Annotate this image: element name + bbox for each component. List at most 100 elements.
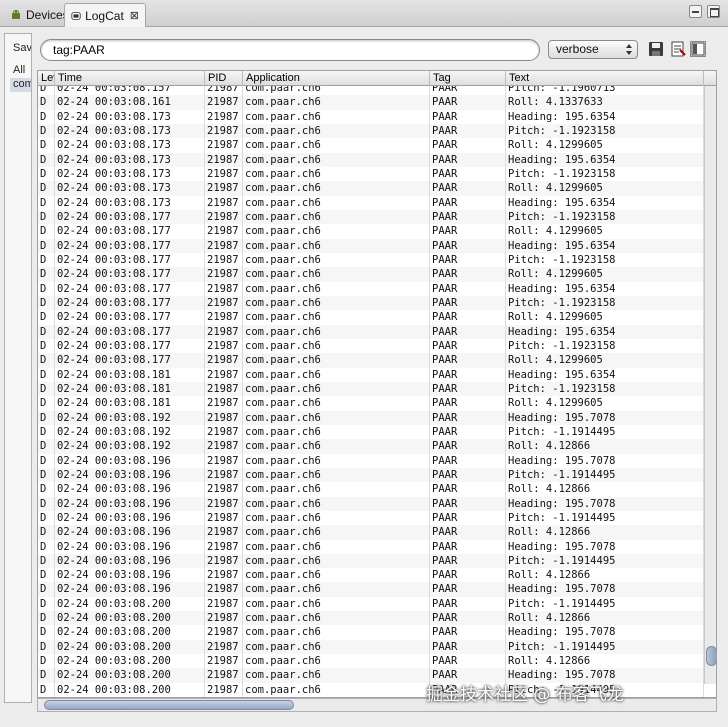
- tab-logcat[interactable]: LogCat ⊠: [64, 3, 146, 27]
- row-level: D: [38, 568, 55, 583]
- row-application: com.paar.ch6: [243, 639, 430, 655]
- row-text: Heading: 195.6354: [506, 324, 704, 339]
- column-header-level[interactable]: Lev: [38, 71, 55, 86]
- column-header-pid[interactable]: PID: [205, 71, 243, 86]
- log-row[interactable]: D 02-24 00:03:08.200 21987 com.paar.ch6 PAAR…: [38, 639, 704, 655]
- row-application: com.paar.ch6: [243, 510, 430, 526]
- row-level: D: [38, 582, 55, 597]
- log-row[interactable]: D 02-24 00:03:08.196 21987 com.paar.ch6 PAAR…: [38, 482, 704, 497]
- column-header-text[interactable]: Text: [506, 71, 704, 86]
- log-row[interactable]: D 02-24 00:03:08.196 21987 com.paar.ch6 PAAR…: [38, 568, 704, 583]
- log-row[interactable]: D 02-24 00:03:08.196 21987 com.paar.ch6 PAAR…: [38, 467, 704, 483]
- log-row[interactable]: D 02-24 00:03:08.177 21987 com.paar.ch6 PAAR…: [38, 238, 704, 253]
- row-level: D: [38, 525, 55, 540]
- row-level: D: [38, 95, 55, 110]
- log-row[interactable]: D 02-24 00:03:08.196 21987 com.paar.ch6 PAAR…: [38, 582, 704, 597]
- row-pid: 21987: [205, 267, 243, 282]
- logcat-window: Devices LogCat ⊠ Sav All com tag:PAAR ve…: [0, 0, 728, 727]
- row-level: D: [38, 138, 55, 153]
- row-level: D: [38, 224, 55, 239]
- log-row[interactable]: D 02-24 00:03:08.177 21987 com.paar.ch6 PAAR…: [38, 310, 704, 325]
- row-text: Heading: 195.7078: [506, 410, 704, 425]
- log-row[interactable]: D 02-24 00:03:08.177 21987 com.paar.ch6 PAAR…: [38, 209, 704, 225]
- row-level: D: [38, 682, 55, 697]
- horizontal-scroll-thumb[interactable]: [44, 700, 294, 710]
- row-application: com.paar.ch6: [243, 152, 430, 167]
- row-tag: PAAR: [430, 310, 506, 325]
- log-row[interactable]: D 02-24 00:03:08.177 21987 com.paar.ch6 PAAR…: [38, 281, 704, 296]
- log-row[interactable]: D 02-24 00:03:08.173 21987 com.paar.ch6 PAAR…: [38, 152, 704, 167]
- log-row[interactable]: D 02-24 00:03:08.181 21987 com.paar.ch6 PAAR…: [38, 367, 704, 382]
- row-level: D: [38, 654, 55, 669]
- column-header-application[interactable]: Application: [243, 71, 430, 86]
- row-application: com.paar.ch6: [243, 682, 430, 697]
- log-row[interactable]: D 02-24 00:03:08.200 21987 com.paar.ch6 PAAR…: [38, 596, 704, 612]
- row-tag: PAAR: [430, 582, 506, 597]
- row-pid: 21987: [205, 166, 243, 182]
- row-pid: 21987: [205, 539, 243, 554]
- log-level-select[interactable]: verbose: [548, 40, 638, 59]
- row-pid: 21987: [205, 324, 243, 339]
- log-row[interactable]: D 02-24 00:03:08.173 21987 com.paar.ch6 PAAR…: [38, 195, 704, 210]
- log-row[interactable]: D 02-24 00:03:08.196 21987 com.paar.ch6 PAAR…: [38, 553, 704, 569]
- filter-selected-item[interactable]: com: [13, 78, 31, 90]
- row-level: D: [38, 295, 55, 311]
- log-row[interactable]: D 02-24 00:03:08.177 21987 com.paar.ch6 PAAR…: [38, 295, 704, 311]
- log-row[interactable]: D 02-24 00:03:08.196 21987 com.paar.ch6 PAAR…: [38, 525, 704, 540]
- log-row[interactable]: D 02-24 00:03:08.192 21987 com.paar.ch6 PAAR…: [38, 410, 704, 425]
- row-application: com.paar.ch6: [243, 324, 430, 339]
- log-row[interactable]: D 02-24 00:03:08.200 21987 com.paar.ch6 PAAR…: [38, 611, 704, 626]
- log-row[interactable]: D 02-24 00:03:08.177 21987 com.paar.ch6 PAAR…: [38, 267, 704, 282]
- row-text: Heading: 195.7078: [506, 496, 704, 511]
- save-icon[interactable]: [648, 41, 664, 57]
- log-row[interactable]: D 02-24 00:03:08.173 21987 com.paar.ch6 PAAR…: [38, 166, 704, 182]
- log-row[interactable]: D 02-24 00:03:08.173 21987 com.paar.ch6 PAAR…: [38, 181, 704, 196]
- row-time: 02-24 00:03:08.196: [55, 482, 205, 497]
- row-pid: 21987: [205, 410, 243, 425]
- log-row[interactable]: D 02-24 00:03:08.181 21987 com.paar.ch6 PAAR…: [38, 396, 704, 411]
- log-row[interactable]: D 02-24 00:03:08.173 21987 com.paar.ch6 PAAR…: [38, 109, 704, 124]
- log-row[interactable]: D 02-24 00:03:08.181 21987 com.paar.ch6 PAAR…: [38, 381, 704, 397]
- log-row[interactable]: D 02-24 00:03:08.173 21987 com.paar.ch6 PAAR…: [38, 123, 704, 139]
- row-application: com.paar.ch6: [243, 252, 430, 268]
- row-time: 02-24 00:03:08.177: [55, 338, 205, 354]
- log-row[interactable]: D 02-24 00:03:08.196 21987 com.paar.ch6 PAAR…: [38, 453, 704, 468]
- log-row[interactable]: D 02-24 00:03:08.200 21987 com.paar.ch6 PAAR…: [38, 654, 704, 669]
- row-tag: PAAR: [430, 238, 506, 253]
- row-text: Roll: 4.1299605: [506, 396, 704, 411]
- row-time: 02-24 00:03:08.200: [55, 625, 205, 640]
- log-row[interactable]: D 02-24 00:03:08.192 21987 com.paar.ch6 PAAR…: [38, 439, 704, 454]
- log-row[interactable]: D 02-24 00:03:08.177 21987 com.paar.ch6 PAAR…: [38, 224, 704, 239]
- column-header-time[interactable]: Time: [55, 71, 205, 86]
- log-row[interactable]: D 02-24 00:03:08.177 21987 com.paar.ch6 PAAR…: [38, 353, 704, 368]
- row-pid: 21987: [205, 353, 243, 368]
- minimize-view-button[interactable]: [689, 5, 702, 18]
- vertical-scroll-thumb[interactable]: [706, 646, 716, 666]
- close-icon[interactable]: ⊠: [130, 5, 139, 27]
- log-row[interactable]: D 02-24 00:03:08.177 21987 com.paar.ch6 PAAR…: [38, 338, 704, 354]
- column-header-tag[interactable]: Tag: [430, 71, 506, 86]
- row-pid: 21987: [205, 510, 243, 526]
- log-row[interactable]: D 02-24 00:03:08.161 21987 com.paar.ch6 PAAR…: [38, 95, 704, 110]
- log-row[interactable]: D 02-24 00:03:08.196 21987 com.paar.ch6 PAAR…: [38, 496, 704, 511]
- row-application: com.paar.ch6: [243, 123, 430, 139]
- row-level: D: [38, 238, 55, 253]
- log-row[interactable]: D 02-24 00:03:08.192 21987 com.paar.ch6 PAAR…: [38, 424, 704, 440]
- row-pid: 21987: [205, 553, 243, 569]
- log-row[interactable]: D 02-24 00:03:08.177 21987 com.paar.ch6 PAAR…: [38, 324, 704, 339]
- maximize-view-button[interactable]: [707, 5, 720, 18]
- row-text: Heading: 195.7078: [506, 453, 704, 468]
- row-text: Pitch: -1.1923158: [506, 252, 704, 268]
- vertical-scrollbar[interactable]: [704, 86, 716, 684]
- row-level: D: [38, 310, 55, 325]
- clear-log-icon[interactable]: [670, 41, 686, 57]
- log-row[interactable]: D 02-24 00:03:08.200 21987 com.paar.ch6 PAAR…: [38, 625, 704, 640]
- search-filter-input[interactable]: tag:PAAR: [40, 39, 540, 61]
- row-level: D: [38, 510, 55, 526]
- log-row[interactable]: D 02-24 00:03:08.177 21987 com.paar.ch6 PAAR…: [38, 252, 704, 268]
- log-row[interactable]: D 02-24 00:03:08.173 21987 com.paar.ch6 PAAR…: [38, 138, 704, 153]
- toggle-filters-pane-icon[interactable]: [690, 41, 706, 57]
- log-row[interactable]: D 02-24 00:03:08.196 21987 com.paar.ch6 PAAR…: [38, 510, 704, 526]
- filter-all-messages[interactable]: All: [13, 64, 25, 76]
- log-row[interactable]: D 02-24 00:03:08.196 21987 com.paar.ch6 PAAR…: [38, 539, 704, 554]
